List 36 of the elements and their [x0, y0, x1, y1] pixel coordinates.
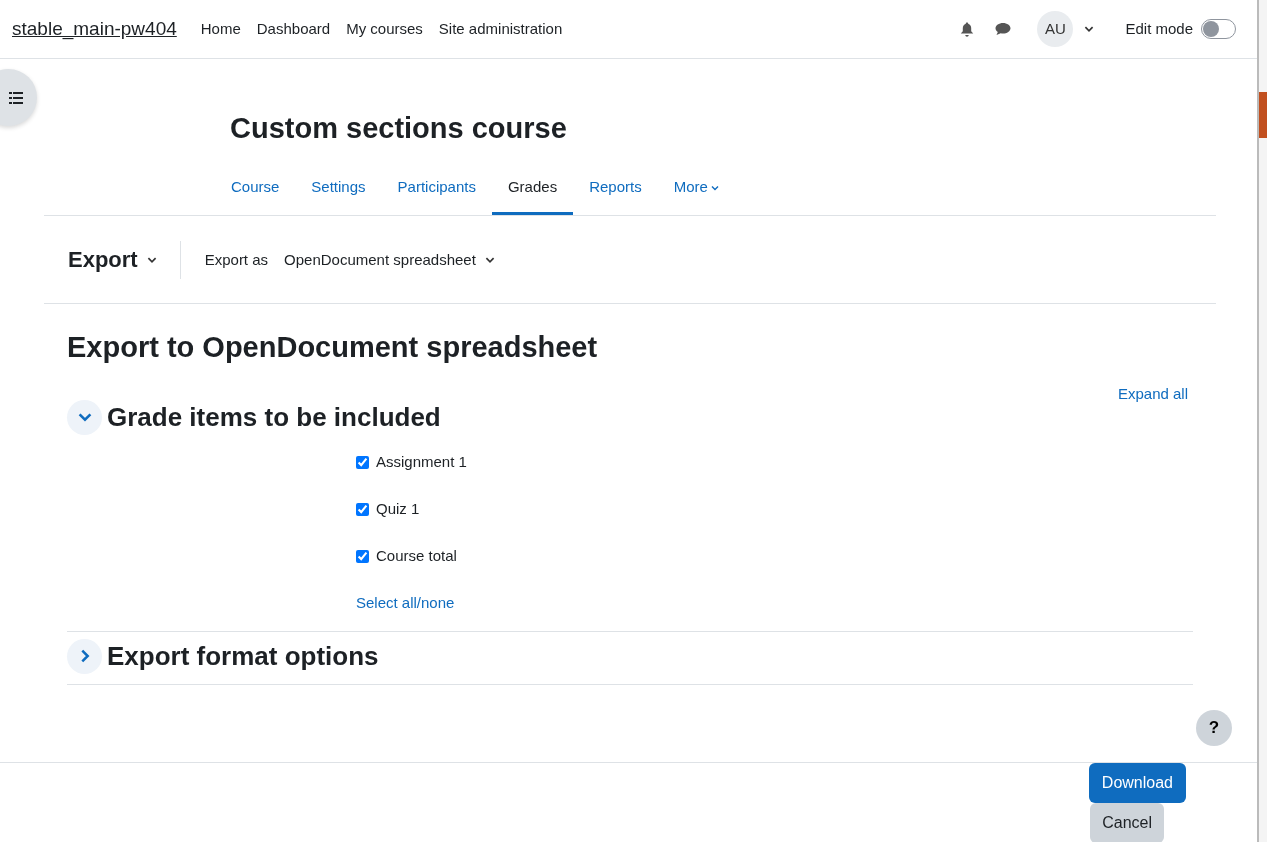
checkbox[interactable] [356, 502, 369, 516]
edit-mode-label: Edit mode [1125, 18, 1193, 39]
course-tab[interactable]: Course [215, 163, 296, 216]
section-toggle-button[interactable] [67, 399, 102, 435]
export-menu[interactable]: Export [68, 240, 181, 279]
select-all-link[interactable]: Select all/none [356, 591, 455, 615]
nav-link[interactable]: Home [192, 17, 249, 41]
checkbox-label: Quiz 1 [376, 498, 420, 519]
avatar[interactable]: AU [1037, 11, 1074, 47]
site-name-link[interactable]: stable_main-pw404 [12, 14, 177, 44]
course-title: Custom sections course [230, 111, 568, 146]
nav-link[interactable]: My courses [338, 17, 431, 41]
list-icon [9, 91, 23, 104]
section-toggle-button[interactable] [67, 638, 102, 674]
nav-link[interactable]: Site administration [430, 17, 571, 41]
nav-link[interactable]: Dashboard [248, 17, 339, 41]
checkbox-label: Assignment 1 [376, 451, 467, 472]
course-tab[interactable]: Grades [491, 163, 574, 216]
expand-all-link[interactable]: Expand all [1117, 383, 1188, 406]
export-as-label: Export as [204, 249, 269, 270]
format-select[interactable]: OpenDocument spreadsheet [284, 248, 496, 272]
course-tab[interactable]: Participants [381, 163, 492, 216]
checkbox[interactable] [356, 455, 369, 469]
cancel-button[interactable]: Cancel [1090, 803, 1164, 842]
checkbox[interactable] [356, 549, 369, 563]
course-tab[interactable]: More [657, 163, 736, 216]
section-title: Export format options [107, 640, 379, 672]
section-title: Grade items to be included [107, 401, 441, 433]
bell-icon[interactable] [960, 21, 975, 37]
help-button[interactable]: ? [1196, 710, 1232, 746]
page-title: Export to OpenDocument spreadsheet [67, 330, 599, 366]
download-button[interactable]: Download [1088, 763, 1186, 803]
checkbox-label: Course total [376, 545, 457, 566]
chat-bubble-icon[interactable] [995, 22, 1012, 36]
course-tab[interactable]: Reports [573, 163, 658, 216]
course-tab[interactable]: Settings [295, 163, 382, 216]
